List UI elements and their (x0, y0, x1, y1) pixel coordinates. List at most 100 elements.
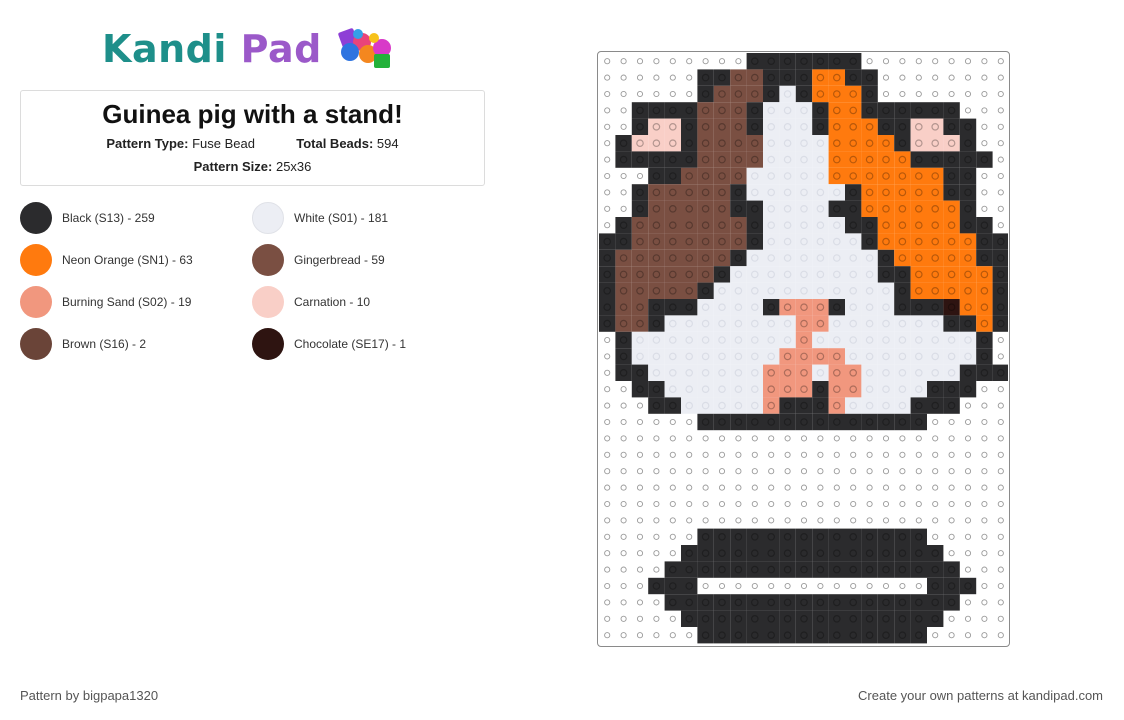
empty-peg (981, 418, 988, 426)
empty-peg (850, 468, 857, 475)
bead (730, 315, 747, 332)
bead (730, 528, 747, 545)
bead (795, 200, 813, 217)
bead (697, 217, 714, 234)
bead (894, 135, 911, 152)
bead (877, 102, 895, 119)
empty-peg (620, 451, 627, 458)
bead (664, 282, 681, 299)
empty-peg (702, 484, 709, 491)
bead (697, 135, 714, 152)
empty-peg (800, 500, 808, 508)
empty-peg (669, 500, 676, 508)
empty-peg (997, 533, 1004, 540)
bead (877, 397, 895, 414)
legend-item: Carnation - 10 (252, 285, 370, 319)
bead (861, 299, 878, 316)
bead (664, 381, 681, 398)
bead (943, 282, 960, 299)
empty-peg (866, 517, 873, 524)
legend-label: Carnation - 10 (294, 295, 371, 309)
create-patterns-link[interactable]: Create your own patterns at kandipad.com (858, 688, 1103, 703)
kandipad-logo[interactable]: Kandi Pad (102, 26, 406, 72)
bead (746, 53, 763, 70)
empty-peg (997, 517, 1004, 524)
empty-peg (604, 599, 611, 606)
empty-peg (981, 123, 988, 130)
legend-label: White (S01) - 181 (294, 211, 389, 225)
bead (877, 167, 895, 185)
bead (615, 282, 632, 299)
pattern-credit[interactable]: Pattern by bigpapa1320 (20, 688, 158, 703)
bead (927, 282, 944, 299)
legend-item: Neon Orange (SN1) - 63 (20, 243, 193, 277)
bead (664, 266, 681, 283)
empty-peg (735, 58, 742, 65)
empty-peg (620, 402, 627, 409)
empty-peg (964, 107, 972, 114)
bead (959, 184, 977, 201)
bead (927, 200, 944, 217)
empty-peg (997, 402, 1004, 409)
bead (746, 249, 763, 267)
empty-peg (981, 550, 988, 557)
empty-peg (735, 500, 742, 508)
empty-peg (735, 468, 742, 475)
empty-peg (866, 58, 873, 65)
bead (713, 331, 731, 349)
empty-peg (915, 90, 922, 98)
bead (828, 151, 845, 168)
bead (894, 299, 911, 316)
bead (648, 249, 665, 267)
bead (861, 413, 878, 431)
empty-peg (817, 484, 824, 491)
empty-peg (718, 468, 726, 475)
bead (697, 331, 714, 349)
empty-peg (653, 533, 660, 540)
bead (943, 315, 960, 332)
empty-peg (997, 500, 1004, 508)
bead (927, 364, 944, 381)
empty-peg (981, 205, 988, 212)
bead (992, 282, 1009, 299)
empty-peg (768, 582, 775, 590)
bead (795, 299, 813, 316)
bead (959, 266, 977, 283)
bead (713, 167, 731, 185)
bead (894, 610, 911, 627)
bead (959, 167, 977, 185)
empty-peg (620, 74, 627, 81)
bead (845, 627, 862, 644)
legend-item: Burning Sand (S02) - 19 (20, 285, 191, 319)
total-beads-value: 594 (376, 136, 399, 151)
bead (828, 627, 845, 644)
bead (812, 151, 829, 168)
bead (976, 348, 993, 365)
bead (812, 53, 829, 70)
bead (795, 413, 813, 431)
bead (763, 364, 780, 381)
empty-peg (997, 451, 1004, 458)
empty-peg (932, 632, 939, 639)
bead (779, 397, 796, 414)
bead (861, 151, 878, 168)
empty-peg (669, 632, 676, 639)
bead (894, 217, 911, 234)
empty-peg (997, 484, 1004, 491)
bead (763, 266, 780, 283)
bead (746, 315, 763, 332)
empty-peg (932, 468, 939, 475)
bead (959, 217, 977, 234)
empty-peg (702, 451, 709, 458)
bead (812, 397, 829, 414)
empty-peg (997, 418, 1004, 426)
empty-peg (686, 435, 693, 442)
empty-peg (882, 58, 890, 65)
bead (861, 545, 878, 562)
bead (943, 381, 960, 398)
pattern-meta-row: Pattern Type: Fuse Bead Total Beads: 594 (21, 136, 484, 151)
bead (681, 299, 698, 316)
bead (828, 397, 845, 414)
bead (812, 561, 829, 578)
empty-peg (686, 418, 693, 426)
